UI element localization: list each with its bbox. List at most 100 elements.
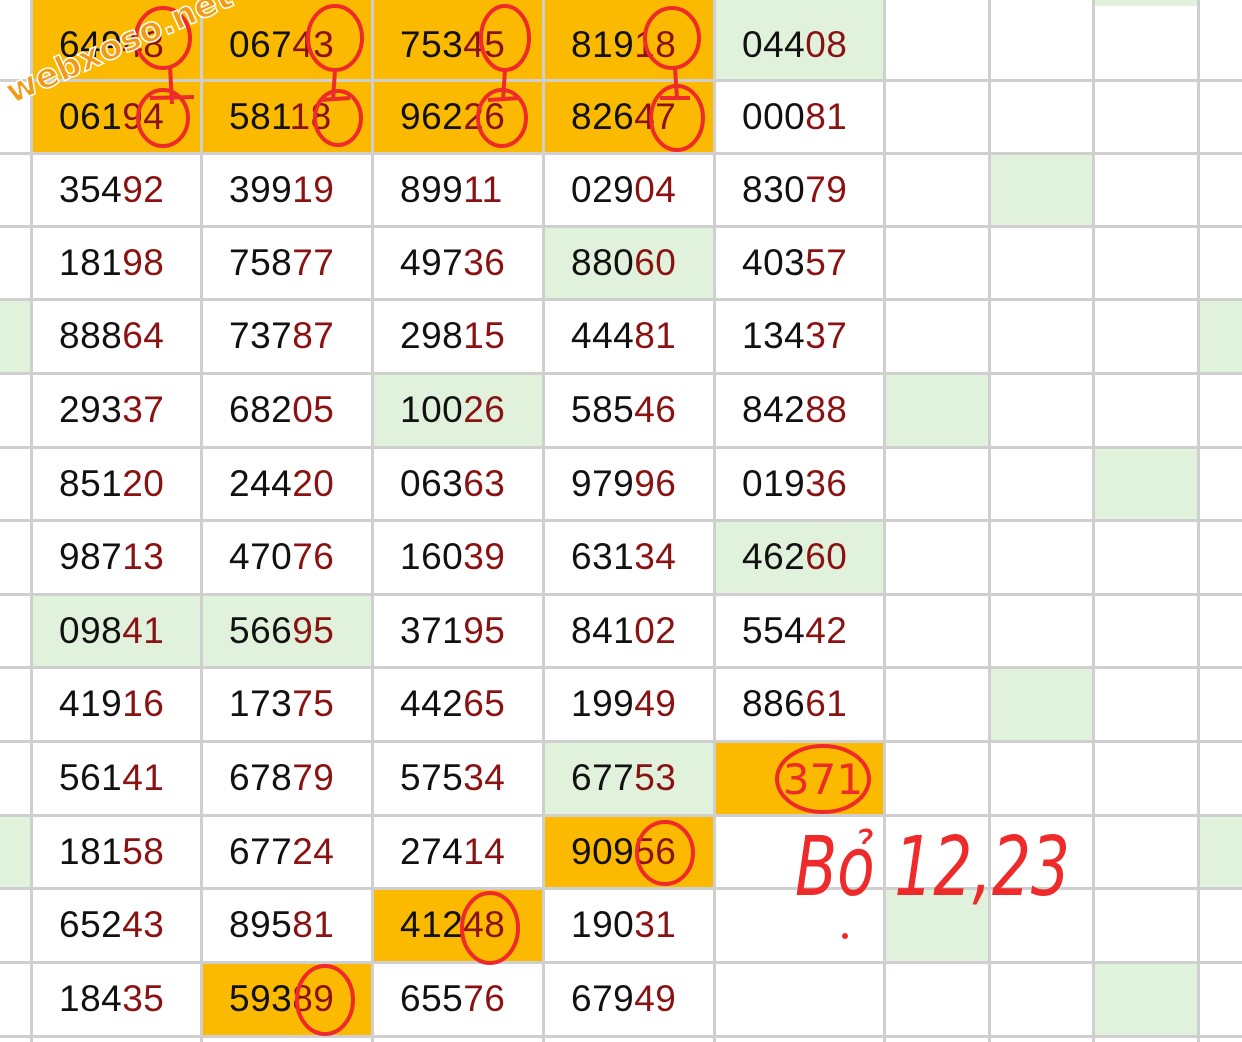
number-head-digits: 181 bbox=[59, 241, 123, 283]
number-head-digits: 677 bbox=[229, 830, 293, 872]
result-number: 16039 bbox=[400, 538, 505, 575]
number-tail-digits: 46 bbox=[634, 389, 677, 430]
number-head-digits: 830 bbox=[742, 168, 806, 210]
number-tail-digits: 37 bbox=[122, 389, 165, 430]
number-head-digits: 899 bbox=[400, 168, 464, 210]
number-tail-digits: 34 bbox=[463, 757, 506, 798]
result-number: 89581 bbox=[229, 906, 334, 943]
result-number: 41248 bbox=[400, 906, 505, 943]
result-number: 88864 bbox=[59, 317, 164, 354]
result-number: 84102 bbox=[571, 612, 676, 649]
result-number: 37195 bbox=[400, 612, 505, 649]
result-cell: 85120 bbox=[31, 447, 201, 520]
number-tail-digits: 63 bbox=[463, 462, 506, 504]
result-number: 82647 bbox=[571, 98, 676, 135]
left-edge-green-cell bbox=[0, 815, 30, 888]
result-number: 18158 bbox=[59, 833, 164, 870]
result-cell: 65243 bbox=[31, 888, 201, 962]
number-head-digits: 566 bbox=[229, 609, 293, 651]
result-number: 58546 bbox=[571, 391, 676, 428]
number-tail-digits: 81 bbox=[292, 904, 335, 945]
number-head-digits: 412 bbox=[400, 904, 464, 945]
result-cell: 67724 bbox=[201, 815, 372, 888]
number-head-digits: 442 bbox=[400, 683, 464, 724]
number-head-digits: 371 bbox=[400, 609, 464, 651]
number-tail-digits: 94 bbox=[122, 95, 165, 137]
number-tail-digits: 79 bbox=[292, 757, 335, 798]
number-tail-digits: 81 bbox=[805, 95, 848, 137]
number-tail-digits: 26 bbox=[463, 95, 506, 137]
number-head-digits: 677 bbox=[571, 757, 635, 798]
number-head-digits: 044 bbox=[742, 24, 806, 65]
number-head-digits: 841 bbox=[571, 609, 635, 651]
result-cell: 10026 bbox=[372, 373, 543, 447]
result-number: 56695 bbox=[229, 612, 334, 649]
number-head-digits: 497 bbox=[400, 241, 464, 283]
number-head-digits: 199 bbox=[571, 683, 635, 724]
side-green-cell bbox=[989, 667, 1093, 741]
number-tail-digits: 41 bbox=[122, 609, 165, 651]
number-tail-digits: 65 bbox=[463, 683, 506, 724]
number-head-digits: 293 bbox=[59, 389, 123, 430]
number-head-digits: 029 bbox=[571, 168, 635, 210]
result-number: 35492 bbox=[59, 171, 164, 208]
number-tail-digits: 96 bbox=[634, 462, 677, 504]
number-head-digits: 298 bbox=[400, 315, 464, 356]
result-cell: 41916 bbox=[31, 667, 201, 741]
result-cell: 65576 bbox=[372, 962, 543, 1036]
result-cell: 01936 bbox=[714, 447, 884, 520]
result-cell: 58118 bbox=[201, 80, 372, 153]
result-cell: 16039 bbox=[372, 520, 543, 594]
number-head-digits: 274 bbox=[400, 830, 464, 872]
number-tail-digits: 19 bbox=[292, 168, 335, 210]
number-tail-digits: 95 bbox=[463, 609, 506, 651]
result-cell: 98713 bbox=[31, 520, 201, 594]
number-head-digits: 655 bbox=[400, 978, 464, 1019]
number-head-digits: 134 bbox=[742, 315, 806, 356]
result-number: 46260 bbox=[742, 538, 847, 575]
number-tail-digits: 45 bbox=[463, 24, 506, 65]
result-number: 98713 bbox=[59, 538, 164, 575]
highlight-cell bbox=[714, 741, 884, 815]
number-head-digits: 160 bbox=[400, 536, 464, 577]
number-head-digits: 737 bbox=[229, 315, 293, 356]
number-tail-digits: 24 bbox=[292, 830, 335, 872]
number-tail-digits: 87 bbox=[292, 315, 335, 356]
result-cell: 89581 bbox=[201, 888, 372, 962]
result-cell: 56141 bbox=[31, 741, 201, 815]
result-cell: 47076 bbox=[201, 520, 372, 594]
result-cell: 04408 bbox=[714, 0, 884, 80]
number-tail-digits: 31 bbox=[634, 904, 677, 945]
result-number: 13437 bbox=[742, 317, 847, 354]
result-number: 47076 bbox=[229, 538, 334, 575]
result-cell: 88060 bbox=[543, 226, 714, 299]
number-head-digits: 470 bbox=[229, 536, 293, 577]
result-number: 83079 bbox=[742, 171, 847, 208]
result-cell: 67753 bbox=[543, 741, 714, 815]
result-number: 06194 bbox=[59, 98, 164, 135]
result-number: 40357 bbox=[742, 244, 847, 281]
number-tail-digits: 95 bbox=[292, 609, 335, 651]
number-head-digits: 826 bbox=[571, 95, 635, 137]
number-head-digits: 895 bbox=[229, 904, 293, 945]
result-number: 75345 bbox=[400, 26, 505, 63]
result-cell: 57534 bbox=[372, 741, 543, 815]
result-number: 41916 bbox=[59, 685, 164, 722]
number-tail-digits: 13 bbox=[122, 536, 165, 577]
result-number: 84288 bbox=[742, 391, 847, 428]
number-head-digits: 886 bbox=[742, 683, 806, 724]
side-green-cell bbox=[1198, 815, 1242, 888]
number-head-digits: 173 bbox=[229, 683, 293, 724]
number-head-digits: 244 bbox=[229, 462, 293, 504]
number-head-digits: 063 bbox=[400, 462, 464, 504]
number-tail-digits: 60 bbox=[634, 241, 677, 283]
result-cell: 88864 bbox=[31, 299, 201, 373]
number-tail-digits: 48 bbox=[122, 24, 165, 65]
number-tail-digits: 58 bbox=[122, 830, 165, 872]
result-cell: 24420 bbox=[201, 447, 372, 520]
number-tail-digits: 11 bbox=[463, 168, 503, 210]
result-number: 73787 bbox=[229, 317, 334, 354]
number-head-digits: 554 bbox=[742, 609, 806, 651]
result-number: 57534 bbox=[400, 759, 505, 796]
side-green-cell bbox=[1093, 962, 1198, 1036]
